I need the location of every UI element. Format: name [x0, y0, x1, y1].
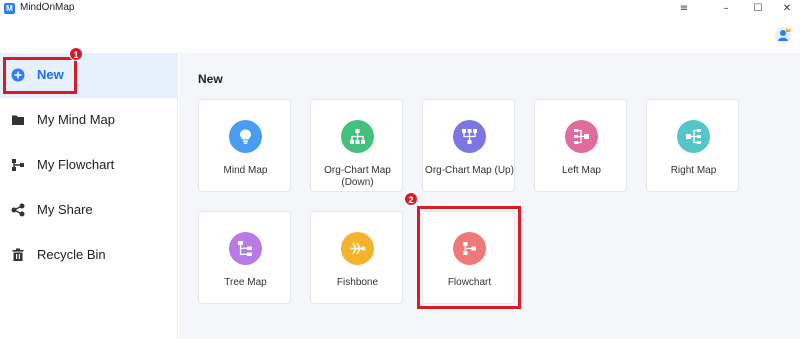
highlight-box-flowchart	[417, 206, 521, 309]
template-label: Left Map	[562, 165, 601, 176]
app-title: MindOnMap	[20, 2, 75, 13]
minimize-button[interactable]: –	[711, 0, 741, 17]
flowchart-icon	[12, 159, 24, 171]
menu-icon[interactable]: ≡	[669, 0, 699, 17]
template-card-left-map[interactable]: Left Map	[534, 99, 627, 192]
tree-map-icon	[229, 232, 262, 265]
step-badge-2: 2	[404, 192, 418, 206]
template-label: Right Map	[670, 165, 717, 176]
template-label: Mind Map	[223, 165, 268, 176]
section-title: New	[198, 72, 223, 86]
header-bar	[0, 17, 800, 53]
close-button[interactable]: ✕	[772, 0, 800, 17]
sidebar-item-my-mind-map[interactable]: My Mind Map	[0, 98, 178, 143]
org-chart-up-icon	[453, 120, 486, 153]
template-card-fishbone[interactable]: Fishbone	[310, 211, 403, 304]
sidebar-item-label: Recycle Bin	[37, 247, 106, 262]
sidebar-item-recycle-bin[interactable]: Recycle Bin	[0, 233, 178, 278]
sidebar-item-my-share[interactable]: My Share	[0, 188, 178, 233]
template-card-right-map[interactable]: Right Map	[646, 99, 739, 192]
folder-icon	[12, 115, 24, 125]
sidebar-item-label: My Mind Map	[37, 112, 116, 127]
user-avatar-icon[interactable]	[775, 26, 792, 43]
maximize-button[interactable]: ☐	[743, 0, 773, 17]
highlight-box-new	[3, 57, 77, 94]
fishbone-icon	[341, 232, 374, 265]
sidebar-item-label: My Flowchart	[37, 157, 115, 172]
template-label: Tree Map	[224, 277, 267, 288]
app-logo-icon: M	[4, 3, 15, 14]
sidebar-item-label: My Share	[37, 202, 93, 217]
lightbulb-icon	[229, 120, 262, 153]
template-card-tree-map[interactable]: Tree Map	[198, 211, 291, 304]
template-label: Org-Chart Map (Down)	[324, 165, 391, 188]
template-card-org-chart-down[interactable]: Org-Chart Map (Down)	[310, 99, 403, 192]
template-card-org-chart-up[interactable]: Org-Chart Map (Up)	[422, 99, 515, 192]
template-card-mind-map[interactable]: Mind Map	[198, 99, 291, 192]
step-badge-1: 1	[69, 47, 83, 61]
sidebar: New My Mind Map My Flowchart My Share Re…	[0, 53, 178, 339]
title-bar: M MindOnMap ≡ – ☐ ✕	[0, 0, 800, 17]
trash-icon	[12, 248, 24, 261]
template-label: Org-Chart Map (Up)	[425, 165, 514, 176]
sidebar-item-my-flowchart[interactable]: My Flowchart	[0, 143, 178, 188]
template-label: Fishbone	[336, 277, 379, 288]
left-map-icon	[565, 120, 598, 153]
org-chart-down-icon	[341, 120, 374, 153]
share-icon	[11, 203, 25, 217]
right-map-icon	[677, 120, 710, 153]
